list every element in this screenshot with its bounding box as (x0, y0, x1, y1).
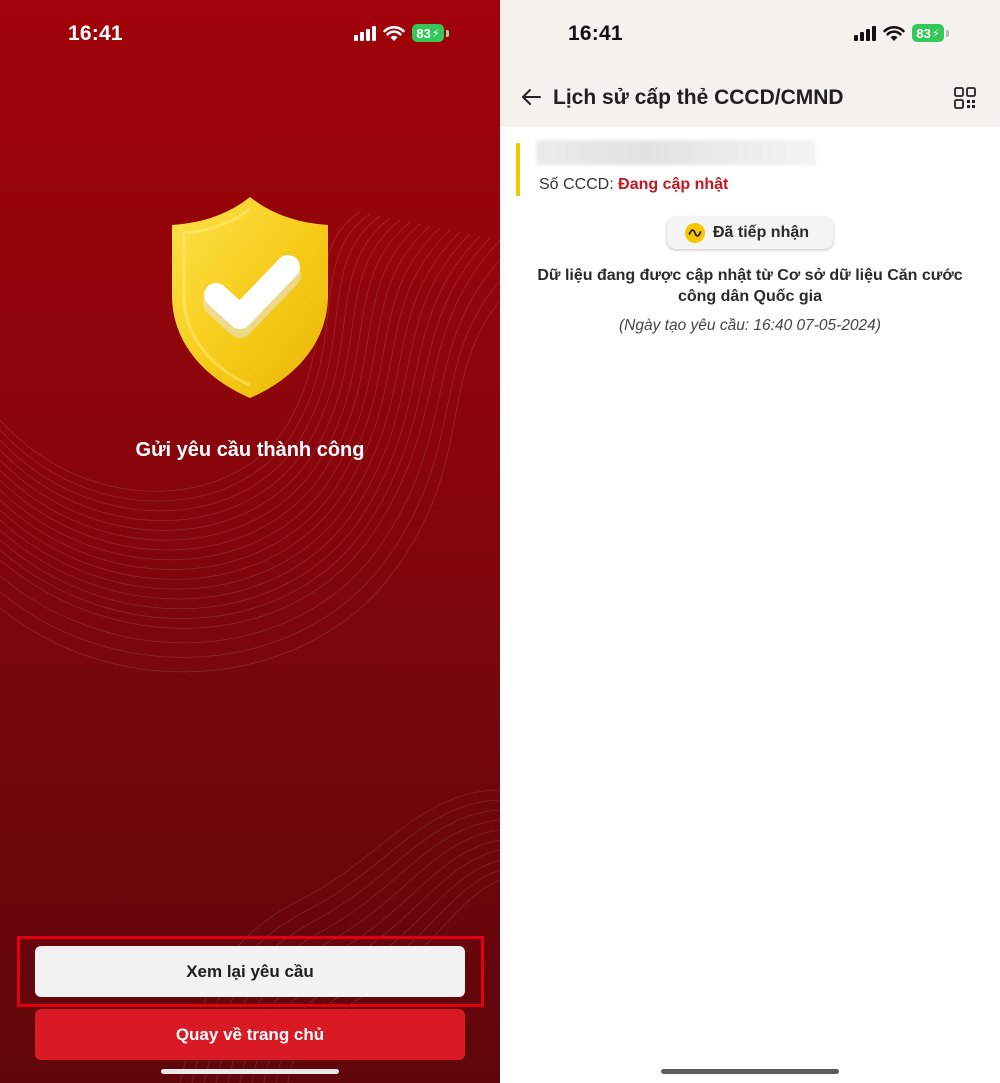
background-waves (0, 211, 500, 1083)
home-indicator (161, 1069, 339, 1074)
go-home-button[interactable]: Quay về trang chủ (35, 1009, 465, 1060)
status-time: 16:41 (568, 22, 623, 45)
status-wave-icon (685, 223, 705, 243)
success-screen: 16:41 83 ⚡ Gửi yêu cầu thành công Xem lạ… (0, 0, 500, 1083)
battery-nub (446, 29, 449, 37)
battery-icon: 83 ⚡ (912, 24, 944, 42)
back-arrow-icon[interactable] (520, 86, 542, 108)
shield-check-icon (172, 197, 328, 398)
page-title: Lịch sử cấp thẻ CCCD/CMND (553, 86, 844, 109)
id-value: Đang cập nhật (618, 176, 729, 193)
status-badge: Đã tiếp nhận (667, 217, 833, 249)
battery-icon: 83 ⚡ (412, 24, 444, 42)
status-bar: 16:41 83 ⚡ (0, 0, 500, 70)
status-bar: 16:41 83 ⚡ (500, 0, 1000, 70)
signal-icon (854, 25, 876, 41)
record-accent-bar (516, 143, 520, 196)
success-title: Gửi yêu cầu thành công (135, 439, 365, 461)
info-message: Dữ liệu đang được cập nhật từ Cơ sở dữ l… (537, 267, 963, 305)
battery-level: 83 (416, 25, 431, 41)
status-badge-label: Đã tiếp nhận (713, 224, 810, 241)
id-label: Số CCCD: (539, 176, 614, 193)
status-icons: 83 ⚡ (354, 24, 449, 42)
qr-code-icon[interactable] (953, 86, 977, 110)
status-icons: 83 ⚡ (854, 24, 949, 42)
signal-icon (354, 25, 376, 41)
battery-level: 83 (916, 25, 931, 41)
history-screen: 16:41 83 ⚡ Lịch sử cấp thẻ CCCD/CMND Số … (500, 0, 1000, 1083)
battery-nub (946, 29, 949, 37)
status-time: 16:41 (68, 22, 123, 45)
home-indicator (661, 1069, 839, 1074)
id-number-row: Số CCCD: Đang cập nhật (539, 176, 728, 194)
redacted-name (536, 140, 816, 165)
wifi-icon (883, 25, 905, 41)
history-record[interactable]: Số CCCD: Đang cập nhật (516, 140, 984, 196)
review-request-button[interactable]: Xem lại yêu cầu (35, 946, 465, 997)
request-date: (Ngày tạo yêu cầu: 16:40 07-05-2024) (619, 317, 881, 334)
wifi-icon (383, 25, 405, 41)
